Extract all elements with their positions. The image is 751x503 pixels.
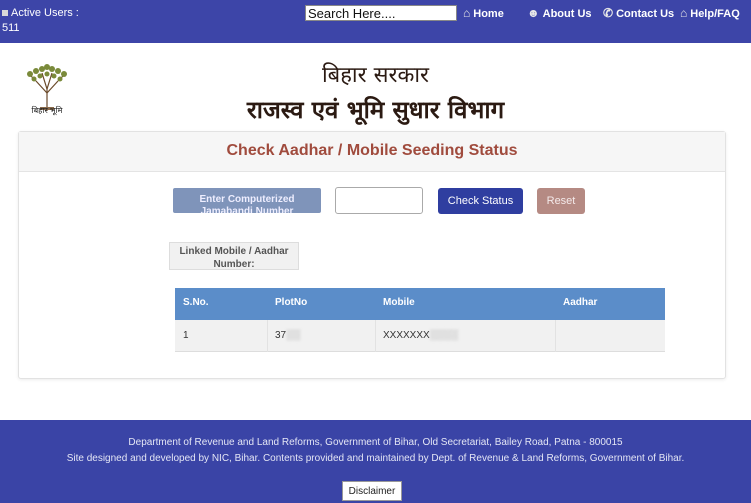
column-header-aadhar: Aadhar (563, 297, 598, 308)
site-footer: Department of Revenue and Land Reforms, … (0, 420, 751, 503)
phone-icon: ✆ (603, 6, 614, 20)
department-title: राजस्व एवं भूमि सुधार विभाग (246, 95, 505, 124)
users-bullet-icon (2, 10, 8, 16)
panel-header: Check Aadhar / Mobile Seeding Status (19, 132, 725, 172)
active-users-count: 511 (2, 22, 20, 34)
nav-about-us[interactable]: ☻ About Us (527, 6, 592, 21)
page-title: Check Aadhar / Mobile Seeding Status (226, 142, 518, 159)
users-icon: ☻ (527, 6, 540, 20)
cell-sno: 1 (183, 330, 189, 341)
top-bar: Active Users : 511 ⌂Home ☻About Us ✆Cont… (0, 0, 751, 43)
column-header-plotno: PlotNo (275, 297, 308, 308)
help-icon: ⌂ (680, 6, 688, 20)
blurred-mask: ░░ (286, 330, 301, 341)
site-header: बिहार भूमि बिहार सरकार राजस्व एवं भूमि स… (0, 43, 751, 131)
active-users: Active Users : 511 (2, 6, 79, 36)
cell-plotno: 37░░ (275, 330, 301, 341)
linked-number-label: Linked Mobile / Aadhar Number: (169, 242, 299, 270)
nav-home[interactable]: ⌂ Home (463, 6, 504, 21)
cell-divider (375, 320, 376, 352)
cell-divider (555, 320, 556, 352)
column-header-mobile: Mobile (383, 297, 415, 308)
home-icon: ⌂ (463, 6, 471, 20)
results-table: S.No. PlotNo Mobile Aadhar 1 37░░ XXXXXX… (175, 288, 665, 352)
disclaimer-button[interactable]: Disclaimer (342, 481, 402, 501)
blurred-mask: ░░░░ (429, 330, 459, 341)
table-header-row: S.No. PlotNo Mobile Aadhar (175, 288, 665, 320)
search-input[interactable] (305, 5, 457, 21)
nav-contact-us[interactable]: ✆ Contact Us (603, 6, 674, 21)
jamabandi-number-input[interactable] (335, 187, 423, 214)
check-status-button[interactable]: Check Status (438, 188, 523, 214)
active-users-label: Active Users : (11, 7, 79, 19)
government-title: बिहार सरकार (321, 63, 430, 88)
computerized-number-label: Enter Computerized Jamabandi Number (173, 188, 321, 213)
reset-button[interactable]: Reset (537, 188, 585, 214)
column-header-sno: S.No. (183, 297, 209, 308)
table-row: 1 37░░ XXXXXXX░░░░ (175, 320, 665, 352)
cell-divider (267, 320, 268, 352)
footer-credits: Site designed and developed by NIC, Biha… (66, 453, 685, 464)
footer-address: Department of Revenue and Land Reforms, … (128, 437, 623, 448)
cell-mobile: XXXXXXX░░░░ (383, 330, 459, 341)
seeding-status-panel: Check Aadhar / Mobile Seeding Status Ent… (18, 131, 726, 379)
nav-help-faq[interactable]: ⌂ Help/FAQ (680, 6, 740, 21)
